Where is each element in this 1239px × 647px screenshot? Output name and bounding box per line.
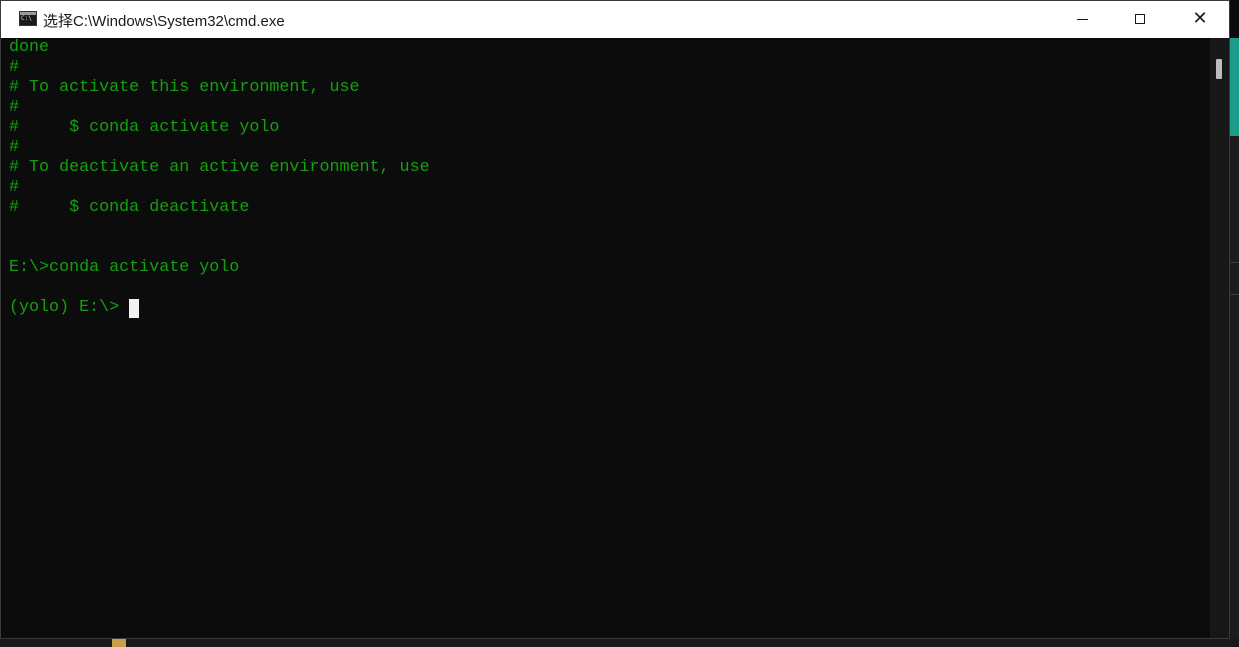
- scrollbar-thumb[interactable]: [1216, 59, 1222, 79]
- console-line: # To deactivate an active environment, u…: [9, 158, 430, 177]
- console-line: #: [9, 58, 20, 77]
- maximize-icon: [1135, 14, 1145, 24]
- console-line: #: [9, 138, 20, 157]
- minimize-button[interactable]: [1052, 0, 1112, 38]
- cmd-icon[interactable]: [19, 11, 37, 26]
- cmd-window: 选择C:\Windows\System32\cmd.exe ✕ done # #…: [0, 0, 1230, 639]
- close-icon: ✕: [1192, 8, 1208, 29]
- console-line: # $ conda activate yolo: [9, 118, 280, 137]
- console-line: #: [9, 178, 20, 197]
- console-line: # To activate this environment, use: [9, 78, 360, 97]
- console-line: E:\>conda activate yolo: [9, 258, 240, 277]
- console-output[interactable]: done # # To activate this environment, u…: [0, 38, 1210, 639]
- vertical-scrollbar[interactable]: [1210, 38, 1230, 639]
- title-bar[interactable]: 选择C:\Windows\System32\cmd.exe ✕: [0, 0, 1230, 38]
- text-cursor: [129, 299, 139, 318]
- maximize-button[interactable]: [1110, 0, 1170, 38]
- console-line: done: [9, 38, 50, 57]
- desktop-background-bottom: [0, 638, 1239, 647]
- close-button[interactable]: ✕: [1170, 0, 1230, 38]
- console-line: #: [9, 98, 20, 117]
- desktop-background-right: [1229, 136, 1239, 647]
- prompt-line: (yolo) E:\>: [9, 298, 120, 317]
- minimize-icon: [1076, 18, 1088, 20]
- window-title: 选择C:\Windows\System32\cmd.exe: [43, 13, 285, 30]
- folder-icon: [112, 638, 126, 647]
- console-line: # $ conda deactivate: [9, 198, 250, 217]
- desktop-background-accent: [1229, 38, 1239, 136]
